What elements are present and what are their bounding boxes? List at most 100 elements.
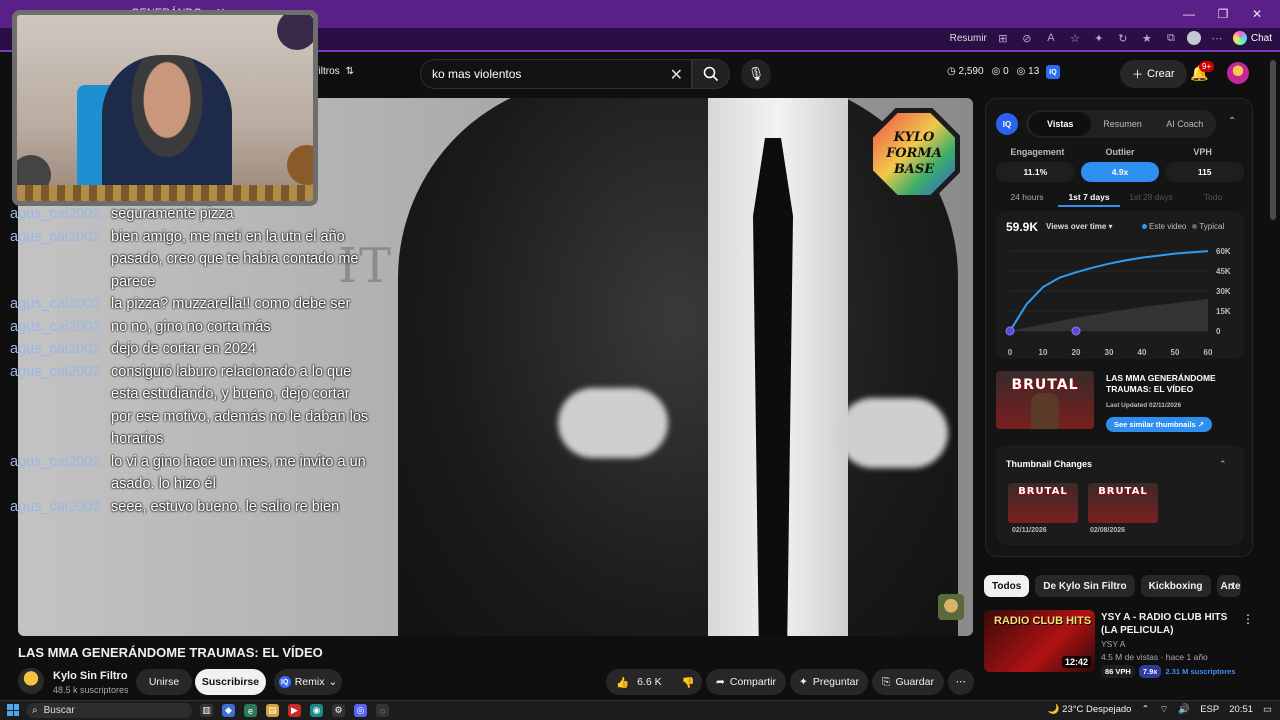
- range-28d[interactable]: 1st 28 days: [1120, 192, 1182, 207]
- extension-stats[interactable]: ◷ 2,590 ◎ 0 ◎ 13: [947, 66, 1039, 77]
- see-similar-thumbnails-button[interactable]: See similar thumbnails ↗: [1106, 417, 1213, 432]
- search-input[interactable]: ko mas violentos ✕: [420, 59, 692, 89]
- timeline-marker: [1005, 326, 1015, 336]
- webcam-overlay: [12, 10, 318, 206]
- close-icon[interactable]: ✕: [1240, 3, 1274, 25]
- timeline-marker: [1071, 326, 1081, 336]
- dislike-button[interactable]: 👎: [682, 676, 695, 689]
- voice-search-button[interactable]: 🎙: [741, 59, 771, 89]
- create-button[interactable]: ＋ Crear: [1120, 60, 1187, 88]
- video-thumbnail[interactable]: BRUTAL: [996, 371, 1094, 429]
- collections-icon[interactable]: ⧉: [1163, 30, 1179, 46]
- chat-message: seguramente pizza: [111, 206, 234, 222]
- channel-avatar[interactable]: [18, 668, 44, 694]
- language-indicator[interactable]: ESP: [1200, 704, 1219, 715]
- branding-watermark[interactable]: [938, 594, 964, 620]
- network-icon[interactable]: ⌔: [1159, 704, 1168, 715]
- chat-message: bien amigo, me meti en la utn el año pas…: [111, 228, 359, 290]
- windows-start-icon[interactable]: [7, 704, 19, 716]
- like-button[interactable]: 👍 6.6 K 👎: [606, 669, 702, 695]
- clock[interactable]: 20:51: [1229, 704, 1253, 715]
- discord-app-icon[interactable]: ◎: [354, 704, 367, 717]
- chip-arte[interactable]: Arte: [1216, 575, 1241, 597]
- logo-line-3: BASE: [893, 162, 935, 177]
- x-tick-label: 50: [1171, 348, 1180, 357]
- share-button[interactable]: ➦ Compartir: [706, 669, 786, 695]
- profile-avatar[interactable]: [1186, 31, 1201, 45]
- card-video-title: LAS MMA GENERÁNDOME TRAUMAS: EL VÍDEO: [1106, 373, 1216, 394]
- share-label: Compartir: [729, 676, 776, 688]
- clear-search-icon[interactable]: ✕: [670, 65, 683, 85]
- copilot-icon: [1232, 31, 1247, 45]
- like-count: 6.6 K: [637, 676, 662, 688]
- weather-widget[interactable]: 🌙 23°C Despejado: [1048, 704, 1132, 715]
- obs-app-icon[interactable]: ◌: [376, 704, 389, 717]
- read-aloud-icon[interactable]: A: [1043, 30, 1059, 46]
- thumbnail-version[interactable]: BRUTAL: [1088, 483, 1158, 523]
- chevron-down-icon: ⌄: [328, 676, 338, 688]
- taskbar-search[interactable]: ⌕ Buscar: [26, 703, 192, 718]
- recommended-title[interactable]: YSY A - RADIO CLUB HITS (LA PELICULA): [1101, 611, 1237, 637]
- chip-todos[interactable]: Todos: [984, 575, 1030, 597]
- copilot-chat-button[interactable]: Chat: [1232, 31, 1272, 45]
- chevron-up-icon[interactable]: ⌃: [1219, 459, 1227, 470]
- chevron-right-icon[interactable]: ›: [1230, 579, 1234, 593]
- join-button[interactable]: Unirse: [136, 669, 192, 695]
- minimize-icon[interactable]: —: [1172, 3, 1206, 25]
- account-avatar[interactable]: [1227, 62, 1249, 84]
- toolbar-right: Resumir ⊞ ⊘ A ☆ ✦ ↻ ★ ⧉ ⋯ Chat: [950, 30, 1272, 46]
- tray-chevron-icon[interactable]: ⌃: [1141, 704, 1149, 715]
- vph-badge: 86 VPH: [1101, 665, 1135, 678]
- channel-name[interactable]: Kylo Sin Filtro: [53, 670, 128, 682]
- thumbs-up-icon: 👍: [616, 676, 630, 689]
- copilot-app-icon[interactable]: ◆: [222, 704, 235, 717]
- extension-icon[interactable]: ⊘: [1019, 30, 1035, 46]
- more-icon[interactable]: ⋯: [1209, 30, 1225, 46]
- vidiq-icon[interactable]: IQ: [1046, 65, 1060, 79]
- explorer-app-icon[interactable]: ▤: [266, 704, 279, 717]
- resumir-button[interactable]: Resumir: [950, 33, 987, 44]
- notifications-icon[interactable]: ▭: [1263, 704, 1272, 715]
- range-24h[interactable]: 24 hours: [996, 192, 1058, 207]
- range-all[interactable]: Todo: [1182, 192, 1244, 207]
- edge-app-icon[interactable]: e: [244, 704, 257, 717]
- tubebuddy-icon[interactable]: ✦: [1091, 30, 1107, 46]
- tab-resumen[interactable]: Resumen: [1091, 119, 1153, 129]
- x-tick-label: 10: [1039, 348, 1048, 357]
- thumbnail-changes-card: Thumbnail Changes ⌃ BRUTAL BRUTAL 02/11/…: [996, 445, 1244, 545]
- page-scrollbar[interactable]: [1270, 60, 1276, 220]
- remix-label: Remix: [294, 676, 325, 688]
- youtube-app-icon[interactable]: ▶: [288, 704, 301, 717]
- rope-decoration: [287, 145, 313, 185]
- recommended-channel[interactable]: YSY A: [1101, 639, 1125, 649]
- maximize-icon[interactable]: ❐: [1206, 3, 1240, 25]
- favorite-icon[interactable]: ☆: [1067, 30, 1083, 46]
- chip-channel[interactable]: De Kylo Sin Filtro: [1035, 575, 1135, 597]
- chip-kickboxing[interactable]: Kickboxing: [1140, 575, 1211, 597]
- settings-app-icon[interactable]: ⚙: [332, 704, 345, 717]
- refresh-icon[interactable]: ↻: [1115, 30, 1131, 46]
- recommended-thumbnail[interactable]: RADIO CLUB HITS 12:42: [984, 610, 1095, 672]
- tab-ai-coach[interactable]: AI Coach: [1154, 119, 1216, 129]
- remix-button[interactable]: IQ Remix ⌄: [274, 669, 342, 695]
- search-button[interactable]: [692, 59, 730, 89]
- translate-icon[interactable]: ⊞: [995, 30, 1011, 46]
- range-7d[interactable]: 1st 7 days: [1058, 192, 1120, 207]
- ask-button[interactable]: ✦ Preguntar: [790, 669, 868, 695]
- favorites-bar-icon[interactable]: ★: [1139, 30, 1155, 46]
- task-view-icon[interactable]: ▥: [200, 704, 213, 717]
- collapse-icon[interactable]: ⌃: [1228, 116, 1236, 127]
- thumbnail-version[interactable]: BRUTAL: [1008, 483, 1078, 523]
- chart-metric-select[interactable]: Views over time ▾: [1046, 222, 1113, 231]
- save-button[interactable]: ⎘ Guardar: [872, 669, 944, 695]
- tab-vistas[interactable]: Vistas: [1029, 112, 1092, 136]
- subscribe-button[interactable]: Suscribirse: [195, 669, 266, 695]
- more-actions-button[interactable]: ⋯: [948, 669, 974, 695]
- search-icon: ⌕: [32, 705, 38, 716]
- video-summary-card: BRUTAL LAS MMA GENERÁNDOME TRAUMAS: EL V…: [996, 371, 1244, 433]
- channel-subscribers: 48.5 k suscriptores: [53, 685, 129, 695]
- y-tick-label: 60K: [1216, 247, 1231, 256]
- volume-icon[interactable]: 🔊: [1178, 704, 1190, 715]
- more-vert-icon[interactable]: ⋮: [1242, 612, 1254, 626]
- browser-app-icon[interactable]: ◉: [310, 704, 323, 717]
